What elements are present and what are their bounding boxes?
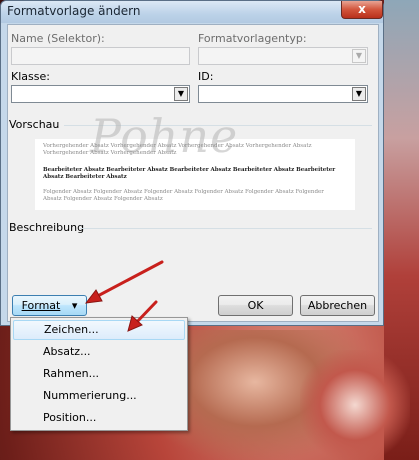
background-figure-secondary [300,350,410,460]
close-button[interactable]: x [341,1,383,19]
chevron-down-icon: ▼ [174,87,188,101]
class-select[interactable]: ▼ [11,85,190,103]
menu-item-absatz[interactable]: Absatz... [13,342,185,362]
cancel-button[interactable]: Abbrechen [300,295,375,316]
preview-box: Pohne Vorhergehender Absatz Vorhergehend… [35,113,355,210]
format-style-dialog: Formatvorlage ändern x Name (Selektor): … [0,0,384,326]
format-dropdown-menu: Zeichen... Absatz... Rahmen... Nummerier… [10,317,188,431]
ok-button[interactable]: OK [218,295,293,316]
name-selector-label: Name (Selektor): [11,32,105,45]
id-select[interactable]: ▼ [198,85,368,103]
menu-item-zeichen[interactable]: Zeichen... [13,320,185,340]
preview-previous-paragraph: Vorhergehender Absatz Vorhergehender Abs… [43,143,312,156]
preview-section-label: Vorschau [9,118,60,131]
description-section-label: Beschreibung [9,221,85,234]
style-type-select[interactable]: ▼ [198,47,368,65]
id-label: ID: [198,70,214,83]
preview-next-paragraph: Folgender Absatz Folgender Absatz Folgen… [43,189,324,202]
preview-edited-paragraph: Bearbeiteter Absatz Bearbeiteter Absatz … [43,167,336,180]
menu-item-rahmen[interactable]: Rahmen... [13,364,185,384]
menu-item-nummerierung[interactable]: Nummerierung... [13,386,185,406]
watermark-logo: Pohne [90,109,239,163]
class-label: Klasse: [11,70,50,83]
format-button[interactable]: Format ▾ [12,295,87,316]
window-title: Formatvorlage ändern [7,4,141,18]
format-button-label: Format [21,299,61,312]
title-bar[interactable]: Formatvorlage ändern x [1,1,383,23]
menu-item-position[interactable]: Position... [13,408,185,428]
chevron-down-icon: ▼ [352,49,366,63]
description-divider [80,228,372,229]
chevron-down-icon: ▼ [352,87,366,101]
name-selector-input[interactable] [11,47,190,65]
chevron-down-icon: ▾ [71,299,78,312]
style-type-label: Formatvorlagentyp: [198,32,307,45]
